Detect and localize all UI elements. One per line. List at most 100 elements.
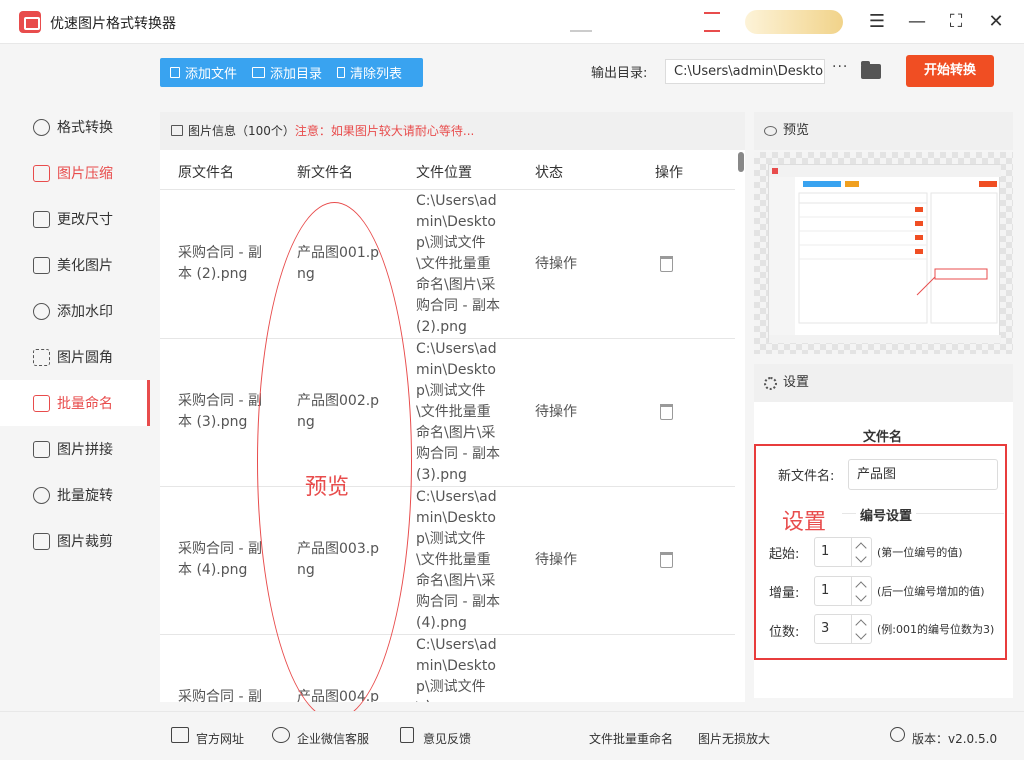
- status-cell: 待操作: [535, 404, 577, 420]
- sidebar-item-watermark[interactable]: 添加水印: [0, 288, 150, 334]
- compress-icon: [33, 164, 50, 182]
- maximize-icon[interactable]: ⛶: [944, 10, 968, 34]
- crop-icon: [33, 532, 50, 550]
- settings-header: 设置: [754, 364, 1013, 402]
- sidebar-item-format-convert[interactable]: 格式转换: [0, 104, 150, 150]
- sidebar-item-crop[interactable]: 图片裁剪: [0, 518, 150, 564]
- sidebar-item-beautify[interactable]: 美化图片: [0, 242, 150, 288]
- sidebar-item-resize[interactable]: 更改尺寸: [0, 196, 150, 242]
- update-icon[interactable]: [890, 727, 905, 742]
- app-window: 优速图片格式转换器 ☰ — ⛶ ✕ 格式转换 图片压缩 更改尺寸 美化图片 添加…: [0, 0, 1024, 760]
- delete-icon[interactable]: [660, 256, 673, 272]
- sidebar: 格式转换 图片压缩 更改尺寸 美化图片 添加水印 图片圆角 批量命名 图片拼接: [0, 44, 150, 700]
- folder-icon: [252, 67, 266, 78]
- title-bar-decoration: [704, 12, 720, 32]
- settings-annotation-label: 设置: [782, 510, 827, 535]
- file-location-cell: C:\Users\admin\Desktop\测试文件\文件批量重命名\图片\采…: [416, 193, 500, 335]
- file-location-cell: C:\Users\admin\Desktop\测试文件\文件批量重命名\图片\采…: [416, 341, 500, 483]
- original-name-cell: 采购合同 - 副本 (4).png: [178, 541, 262, 578]
- sidebar-item-label: 批量旋转: [57, 488, 113, 504]
- footer-bar: 官方网址 企业微信客服 意见反馈 文件批量重命名 图片无损放大 版本：v2.0.…: [0, 711, 1024, 760]
- filename-section-title: 文件名: [863, 430, 903, 445]
- table-row[interactable]: 采购合同 - 副本 (2).png 产品图001.png C:\Users\ad…: [160, 191, 735, 339]
- clear-list-button[interactable]: 清除列表: [337, 63, 402, 82]
- delete-icon[interactable]: [660, 404, 673, 420]
- sidebar-item-label: 格式转换: [57, 120, 113, 136]
- sidebar-item-label: 图片压缩: [57, 166, 113, 182]
- preview-header: 预览: [754, 112, 1013, 150]
- preview-thumbnail: [768, 164, 1001, 343]
- menu-icon[interactable]: ☰: [865, 10, 889, 34]
- original-name-cell: 采购合同 - 副本 (2).png: [178, 245, 262, 282]
- feedback-link[interactable]: 意见反馈: [423, 730, 471, 747]
- status-cell: 待操作: [535, 256, 577, 272]
- sidebar-item-label: 图片拼接: [57, 442, 113, 458]
- add-folder-button[interactable]: 添加目录: [252, 63, 322, 82]
- wechat-service-icon: [272, 727, 290, 743]
- delete-icon[interactable]: [660, 552, 673, 568]
- settings-annotation-box: [754, 444, 1007, 660]
- add-file-label: 添加文件: [185, 67, 238, 82]
- wechat-service-link[interactable]: 企业微信客服: [297, 730, 369, 747]
- gear-icon: [764, 377, 777, 390]
- sidebar-item-label: 更改尺寸: [57, 212, 113, 228]
- header-new-name: 新文件名: [297, 165, 353, 181]
- sidebar-item-compress[interactable]: 图片压缩: [0, 150, 150, 196]
- table-row[interactable]: 采购合同 - 副本 (3).png 产品图002.png C:\Users\ad…: [160, 339, 735, 487]
- table-header: 原文件名 新文件名 文件位置 状态 操作: [160, 150, 735, 190]
- start-convert-button[interactable]: 开始转换: [906, 55, 994, 87]
- header-original-name: 原文件名: [178, 165, 234, 181]
- file-toolbar: 添加文件 添加目录 清除列表: [160, 58, 423, 87]
- preview-thumbnail-image: [769, 165, 1001, 343]
- header-action: 操作: [655, 165, 683, 181]
- watermark-icon: [33, 302, 50, 320]
- preview-title: 预览: [783, 123, 810, 138]
- preview-annotation-label: 预览: [305, 475, 350, 500]
- sidebar-item-label: 图片圆角: [57, 350, 113, 366]
- image-info-title: 图片信息（100个）: [188, 124, 295, 138]
- website-icon: [171, 727, 189, 743]
- notice-text: 注意：如果图片较大请耐心等待...: [294, 124, 475, 138]
- website-link[interactable]: 官方网址: [196, 730, 244, 747]
- add-file-button[interactable]: 添加文件: [170, 63, 237, 82]
- vip-banner[interactable]: [745, 10, 843, 34]
- open-folder-icon[interactable]: [861, 61, 881, 79]
- image-icon: [171, 125, 183, 136]
- preview-area: [754, 152, 1013, 354]
- resize-icon: [33, 210, 50, 228]
- clear-list-label: 清除列表: [350, 67, 403, 82]
- file-list-panel: 图片信息（100个）注意：如果图片较大请耐心等待... 原文件名 新文件名 文件…: [160, 112, 745, 702]
- table-row[interactable]: 采购合同 - 副 产品图004.p C:\Users\admin\Desktop…: [160, 635, 735, 702]
- file-location-cell: C:\Users\admin\Desktop\测试文件\文: [416, 637, 497, 702]
- batch-rename-link[interactable]: 文件批量重命名: [589, 730, 673, 747]
- header-file-location: 文件位置: [416, 165, 472, 181]
- sidebar-item-round-corner[interactable]: 图片圆角: [0, 334, 150, 380]
- version-text: 版本：v2.0.5.0: [912, 732, 998, 746]
- close-icon[interactable]: ✕: [984, 10, 1008, 34]
- feedback-icon: [400, 727, 414, 743]
- original-name-cell: 采购合同 - 副: [178, 689, 262, 702]
- stitch-icon: [33, 440, 50, 458]
- image-info-bar: 图片信息（100个）注意：如果图片较大请耐心等待...: [160, 112, 745, 150]
- minimize-icon[interactable]: —: [905, 10, 929, 34]
- preview-annotation-ellipse: [257, 202, 412, 720]
- lossless-upscale-link[interactable]: 图片无损放大: [698, 730, 770, 747]
- more-options-button[interactable]: ···: [832, 59, 848, 75]
- add-folder-label: 添加目录: [270, 67, 323, 82]
- preview-icon: [764, 126, 777, 136]
- output-dir-input[interactable]: C:\Users\admin\Deskto: [665, 59, 825, 84]
- app-title: 优速图片格式转换器: [50, 16, 176, 32]
- table-row[interactable]: 采购合同 - 副本 (4).png 产品图003.png C:\Users\ad…: [160, 487, 735, 635]
- status-cell: 待操作: [535, 552, 577, 568]
- sidebar-item-rotate[interactable]: 批量旋转: [0, 472, 150, 518]
- sidebar-item-rename[interactable]: 批量命名: [0, 380, 150, 426]
- round-corner-icon: [33, 348, 50, 366]
- table-scrollbar[interactable]: [738, 152, 744, 172]
- file-icon: [170, 67, 180, 78]
- settings-title: 设置: [783, 375, 810, 390]
- header-status: 状态: [535, 165, 563, 181]
- sidebar-item-stitch[interactable]: 图片拼接: [0, 426, 150, 472]
- sidebar-item-label: 图片裁剪: [57, 534, 113, 550]
- format-convert-icon: [33, 118, 50, 136]
- trash-icon: [337, 67, 346, 78]
